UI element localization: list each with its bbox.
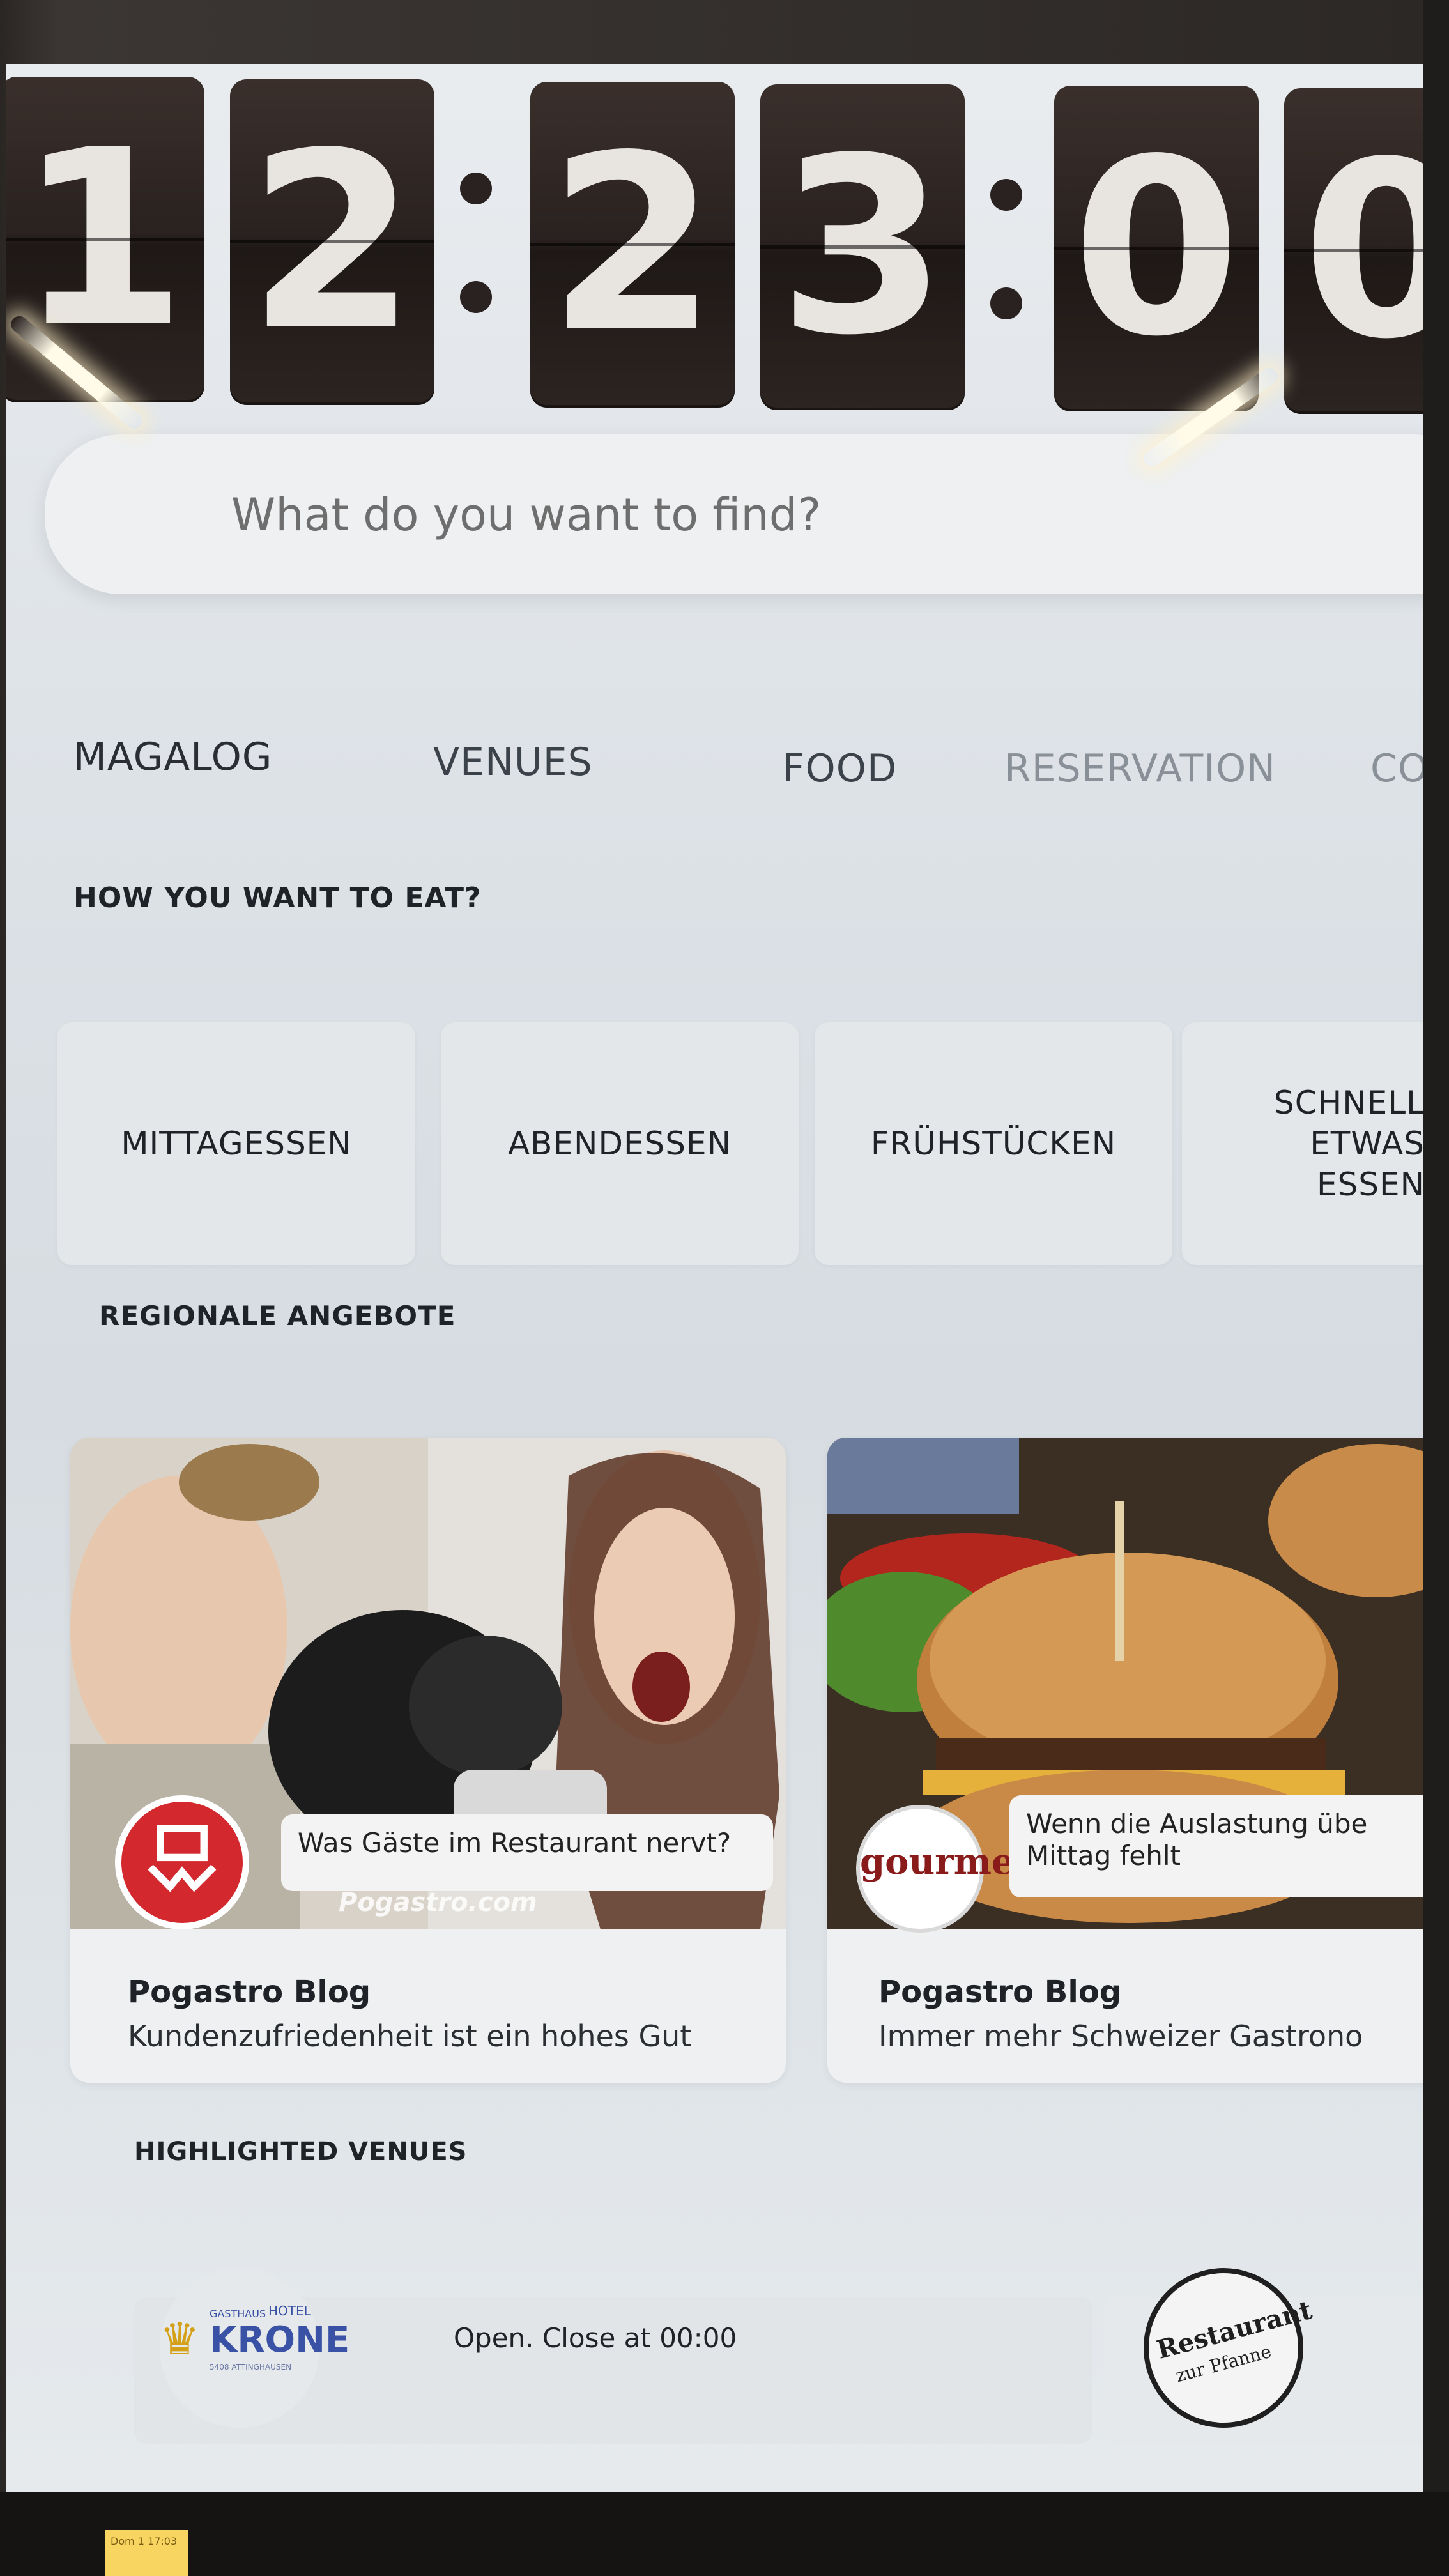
kiosk-bezel <box>1423 0 1449 2576</box>
meal-option-label: ABENDESSEN <box>507 1125 732 1162</box>
restaurant-pfanne-logo-icon: Restaurant zur Pfanne <box>1144 2268 1315 2428</box>
meal-option-label: SCHNELL ETWAS ESSEN <box>1274 1084 1425 1203</box>
eat-section-title: HOW YOU WANT TO EAT? <box>73 882 482 914</box>
clock-second-tens: 0 <box>1054 86 1259 411</box>
venue-status: Open. Close at 00:00 <box>454 2322 737 2354</box>
offer-teaser: Was Gäste im Restaurant nervt? <box>281 1814 773 1891</box>
meal-option-schnell-etwas-essen[interactable]: SCHNELL ETWAS ESSEN <box>1182 1022 1449 1265</box>
offers-section-title: REGIONALE ANGEBOTE <box>99 1300 456 1331</box>
meal-option-mittagessen[interactable]: MITTAGESSEN <box>57 1022 415 1265</box>
kiosk-screen: 1 2 2 3 0 0 MAGALOG VENUES FOOD RESERVAT… <box>6 64 1449 2492</box>
clock-colon <box>990 179 1022 345</box>
offer-card[interactable]: gourmet Wenn die Auslastung übe Mittag f… <box>827 1438 1449 2083</box>
offer-card[interactable]: Was Gäste im Restaurant nervt? Pogastro.… <box>70 1438 786 2083</box>
clock-hour-tens: 1 <box>6 77 204 402</box>
meal-option-abendessen[interactable]: ABENDESSEN <box>441 1022 799 1265</box>
krone-logo-hotel: HOTEL <box>268 2303 311 2319</box>
tab-food[interactable]: FOOD <box>783 746 897 791</box>
search-bar[interactable] <box>45 434 1449 595</box>
gourmet-logo-text: gourmet <box>860 1841 1031 1883</box>
clock-minute-ones: 3 <box>760 84 965 410</box>
photo-watermark: Pogastro.com <box>339 1888 537 1917</box>
tab-reservation[interactable]: RESERVATION <box>1004 746 1276 791</box>
krone-logo-sub: 5408 ATTINGHAUSEN <box>210 2363 292 2372</box>
kiosk-bezel <box>0 2492 1449 2576</box>
offer-teaser: Wenn die Auslastung übe Mittag fehlt <box>1009 1795 1449 1897</box>
krone-logo-name: KRONE <box>210 2319 350 2361</box>
category-tabs: MAGALOG VENUES FOOD RESERVATION COU <box>6 735 1449 811</box>
offer-source: Pogastro Blog <box>128 1974 371 2010</box>
sticky-note: Dom 1 17:03 <box>105 2530 188 2576</box>
search-input[interactable] <box>230 434 1383 595</box>
meal-option-label: FRÜHSTÜCKEN <box>870 1125 1117 1162</box>
tab-magalog[interactable]: MAGALOG <box>73 735 272 779</box>
krone-logo-icon: ♛ GASTHAUS HOTEL KRONE 5408 ATTINGHAUSEN <box>160 2268 349 2428</box>
gourmet-logo-icon: gourmet <box>856 1805 1031 1933</box>
clock-colon <box>460 172 492 339</box>
tab-venues[interactable]: VENUES <box>433 740 593 785</box>
clock-minute-tens: 2 <box>530 82 735 408</box>
venues-section-title: HIGHLIGHTED VENUES <box>134 2137 468 2166</box>
pogastro-logo-icon <box>115 1795 249 1929</box>
offer-description: Kundenzufriedenheit ist ein hohes Gut <box>128 2019 692 2053</box>
offer-description: Immer mehr Schweizer Gastrono <box>878 2019 1363 2053</box>
meal-option-label: MITTAGESSEN <box>121 1125 352 1162</box>
offer-source: Pogastro Blog <box>878 1974 1122 2010</box>
krone-logo-small: GASTHAUS <box>210 2308 266 2320</box>
flip-clock: 1 2 2 3 0 0 <box>6 77 1449 414</box>
clock-hour-ones: 2 <box>230 79 434 405</box>
crown-icon: ♛ <box>160 2313 200 2365</box>
meal-option-fruehstuecken[interactable]: FRÜHSTÜCKEN <box>815 1022 1172 1265</box>
